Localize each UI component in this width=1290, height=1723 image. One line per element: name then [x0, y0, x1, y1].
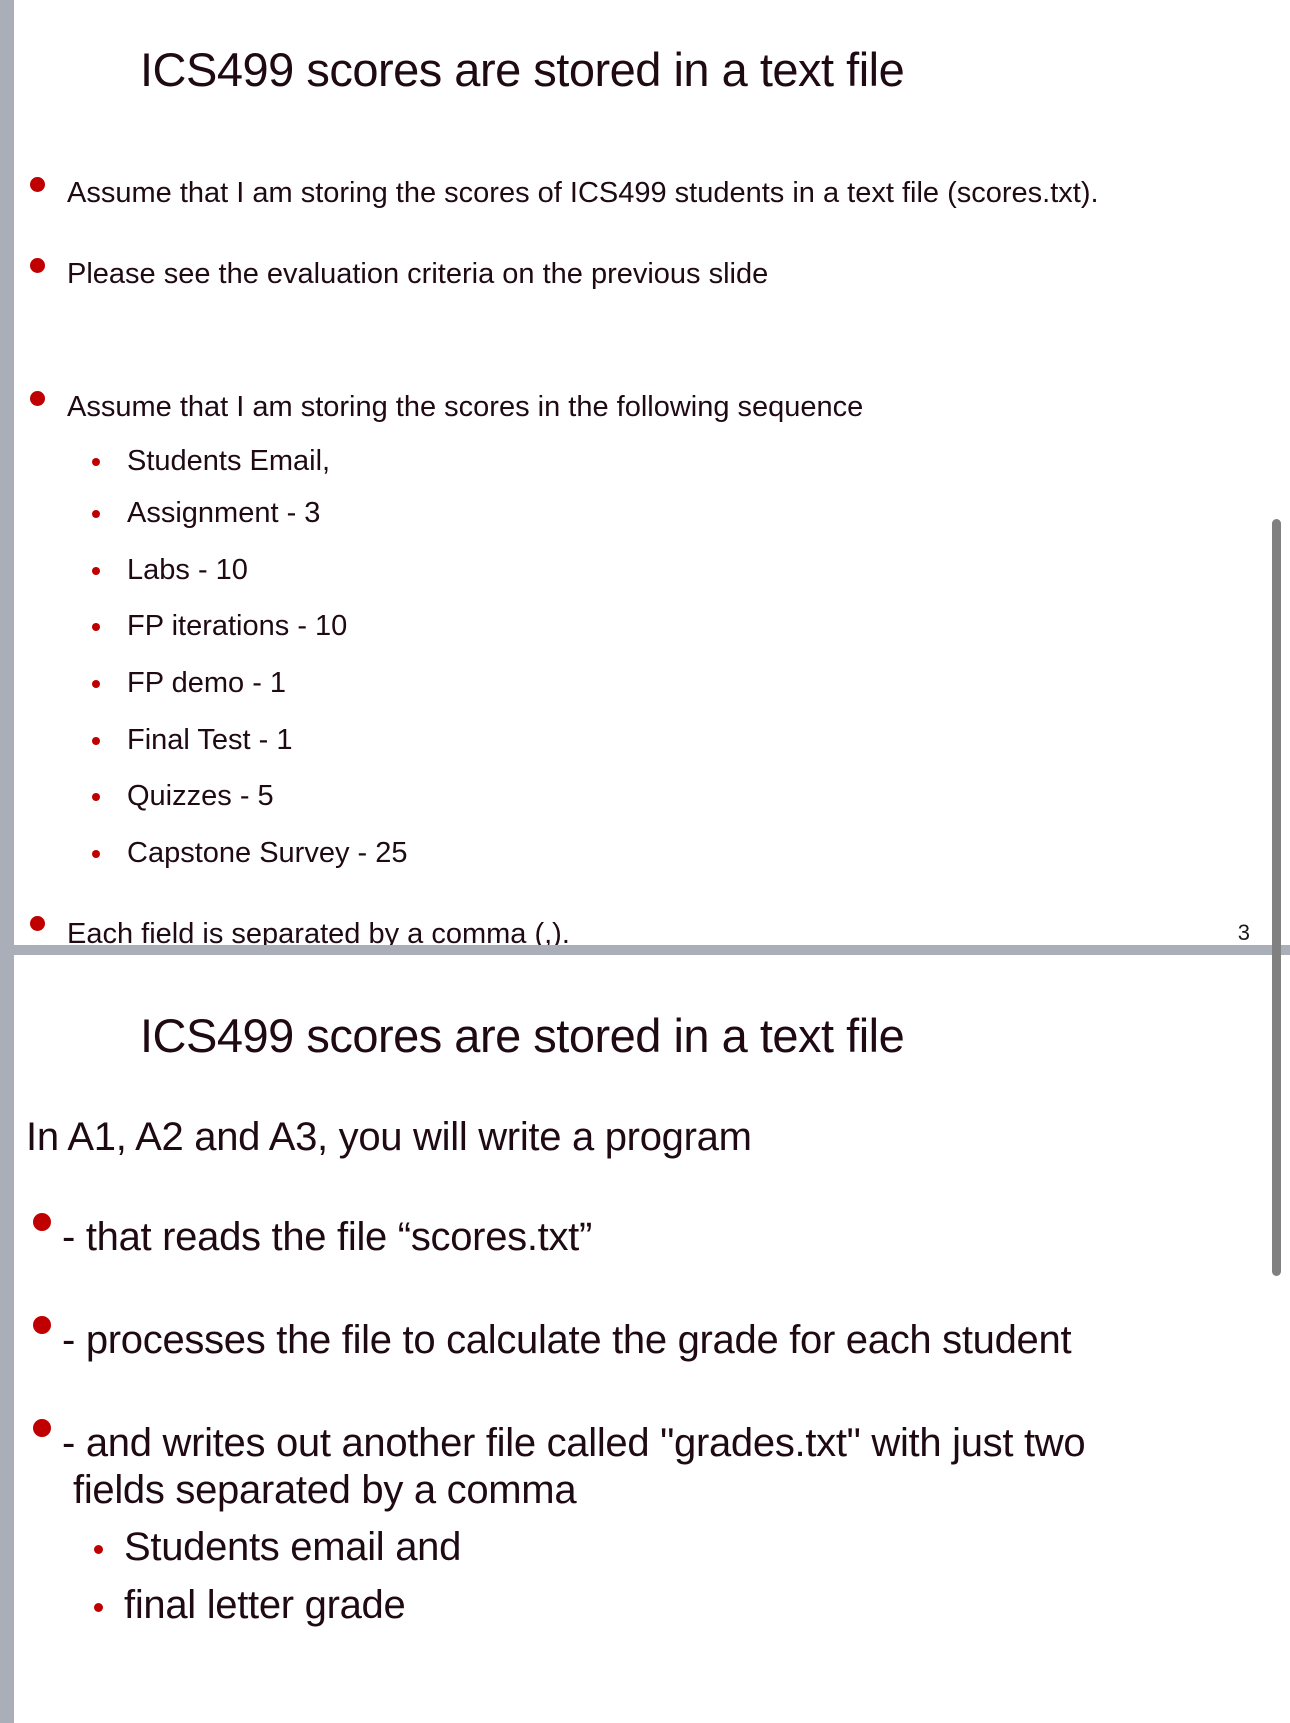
sequence-item: Students Email,	[127, 445, 331, 477]
sequence-item: FP demo - 1	[127, 667, 287, 699]
sequence-item: FP iterations - 10	[127, 610, 348, 642]
bullet-icon	[30, 177, 45, 192]
left-gutter	[0, 0, 14, 1723]
slide-2-bullet-1: - that reads the file “scores.txt”	[62, 1215, 592, 1259]
slide-1-title: ICS499 scores are stored in a text file	[140, 43, 905, 96]
page-number: 3	[1237, 920, 1250, 945]
sequence-item: Quizzes - 5	[127, 780, 274, 812]
slide-1-bullet-2: Please see the evaluation criteria on th…	[67, 258, 769, 290]
slide-2-bullet-3: - and writes out another file called "gr…	[62, 1421, 1086, 1465]
slide-2-bullet-2: - processes the file to calculate the gr…	[62, 1318, 1072, 1362]
output-field-item: Students email and	[124, 1525, 462, 1569]
sub-bullet-icon	[92, 510, 100, 518]
slide-1-bullet-1: Assume that I am storing the scores of I…	[67, 177, 1099, 209]
slide-divider	[14, 945, 1290, 955]
sub-bullet-icon	[92, 458, 100, 466]
sub-bullet-icon	[92, 850, 100, 858]
bullet-icon	[30, 916, 45, 931]
bullet-icon	[33, 1213, 51, 1231]
bullet-icon	[33, 1419, 51, 1437]
sequence-item: Labs - 10	[127, 554, 248, 586]
sequence-item: Capstone Survey - 25	[127, 837, 408, 869]
slide-viewer: ICS499 scores are stored in a text file …	[0, 0, 1290, 1723]
slide-1-bullet-3: Assume that I am storing the scores in t…	[67, 391, 864, 423]
slide-2-title: ICS499 scores are stored in a text file	[140, 1009, 905, 1062]
sequence-item: Final Test - 1	[127, 724, 293, 756]
slide-2-bullet-3-continued: fields separated by a comma	[73, 1468, 577, 1512]
bullet-icon	[30, 258, 45, 273]
sub-bullet-icon	[92, 567, 100, 575]
vertical-scrollbar[interactable]	[1272, 519, 1281, 1276]
sub-bullet-icon	[92, 737, 100, 745]
slide-2-intro: In A1, A2 and A3, you will write a progr…	[26, 1115, 752, 1159]
bullet-icon	[30, 391, 45, 406]
sub-bullet-icon	[92, 680, 100, 688]
slide-1: ICS499 scores are stored in a text file …	[14, 0, 1290, 945]
sub-bullet-icon	[92, 793, 100, 801]
sub-bullet-icon	[92, 623, 100, 631]
sub-bullet-icon	[94, 1603, 103, 1612]
bullet-icon	[33, 1316, 51, 1334]
slide-1-bullet-4: Each field is separated by a comma (,).	[67, 918, 570, 945]
sub-bullet-icon	[94, 1545, 103, 1554]
output-field-item: final letter grade	[124, 1583, 406, 1627]
sequence-item: Assignment - 3	[127, 497, 321, 529]
